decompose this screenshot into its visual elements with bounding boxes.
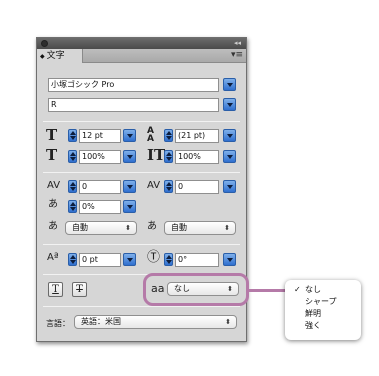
tsume-stepper[interactable]: [68, 200, 77, 213]
leading-field[interactable]: (21 pt): [175, 129, 219, 143]
language-label: 言語：: [46, 319, 70, 328]
rotation-stepper[interactable]: [164, 253, 173, 266]
horizontal-scale-icon: IT: [147, 146, 166, 164]
menu-item-crisp[interactable]: 鮮明: [305, 308, 321, 319]
font-style-dropdown[interactable]: [223, 98, 236, 111]
separator: [43, 306, 240, 307]
horizontal-scale-field[interactable]: 100%: [175, 150, 219, 164]
aki-left-select[interactable]: 自動 ⬍: [65, 221, 137, 235]
kerning-field[interactable]: 0: [79, 180, 121, 194]
checkmark-icon: ✓: [294, 285, 301, 294]
menu-item-sharp[interactable]: シャープ: [305, 296, 337, 307]
callout-connector: [249, 289, 290, 292]
font-family-field[interactable]: 小塚ゴシック Pro: [48, 78, 219, 92]
updown-arrows-icon: ⬍: [224, 224, 230, 232]
strikethrough-button[interactable]: T: [72, 282, 87, 297]
kerning-stepper[interactable]: [68, 180, 77, 193]
rotation-icon: Ⓣ: [147, 250, 161, 265]
vertical-scale-icon: T: [46, 146, 58, 164]
font-family-dropdown[interactable]: [223, 78, 236, 91]
font-style-field[interactable]: R: [48, 98, 219, 112]
language-select[interactable]: 英語：米国 ⬍: [74, 315, 237, 329]
aki-right-value: 自動: [171, 223, 187, 232]
baseline-shift-field[interactable]: 0 pt: [79, 253, 121, 267]
separator: [43, 172, 240, 173]
kerning-dropdown[interactable]: [123, 180, 136, 193]
close-icon[interactable]: [41, 40, 48, 47]
baseline-shift-stepper[interactable]: [68, 253, 77, 266]
antialias-menu: ✓ なし シャープ 鮮明 強く: [285, 280, 361, 340]
antialias-highlight: [143, 273, 249, 306]
tab-arrows-icon: ◆: [40, 53, 45, 60]
rotation-field[interactable]: 0°: [175, 253, 219, 267]
updown-arrows-icon: ⬍: [225, 318, 231, 326]
vertical-scale-stepper[interactable]: [68, 150, 77, 163]
leading-dropdown[interactable]: [223, 129, 236, 142]
baseline-shift-icon: Aª: [47, 252, 59, 263]
language-value: 英語：米国: [81, 317, 121, 326]
aki-right-select[interactable]: 自動 ⬍: [164, 221, 236, 235]
horizontal-scale-dropdown[interactable]: [223, 150, 236, 163]
tracking-stepper[interactable]: [164, 180, 173, 193]
tracking-dropdown[interactable]: [223, 180, 236, 193]
panel-titlebar[interactable]: ◂◂: [37, 38, 246, 49]
tsume-icon: あ: [48, 199, 58, 210]
panel-tab-row: ◆ 文字 ▾≡: [37, 49, 246, 63]
menu-item-none[interactable]: なし: [305, 284, 321, 295]
tsume-field[interactable]: 0%: [79, 200, 121, 214]
panel-menu-icon[interactable]: ▾≡: [231, 50, 243, 60]
baseline-shift-dropdown[interactable]: [123, 253, 136, 266]
font-size-field[interactable]: 12 pt: [79, 129, 121, 143]
separator: [43, 121, 240, 122]
leading-stepper[interactable]: [164, 129, 173, 142]
tsume-dropdown[interactable]: [123, 200, 136, 213]
kerning-icon: AV: [47, 180, 61, 191]
vertical-scale-dropdown[interactable]: [123, 150, 136, 163]
menu-item-strong[interactable]: 強く: [305, 320, 321, 331]
separator: [43, 244, 240, 245]
font-size-icon: T: [46, 126, 58, 144]
underline-button[interactable]: T: [48, 282, 63, 297]
tab-character[interactable]: ◆ 文字: [37, 49, 83, 63]
vertical-scale-field[interactable]: 100%: [79, 150, 121, 164]
updown-arrows-icon: ⬍: [125, 224, 131, 232]
aki-left-icon: あ: [48, 221, 58, 232]
aki-right-icon: あ: [147, 221, 157, 232]
leading-icon: AA: [147, 126, 154, 144]
font-size-stepper[interactable]: [68, 129, 77, 142]
aki-left-value: 自動: [72, 223, 88, 232]
horizontal-scale-stepper[interactable]: [164, 150, 173, 163]
collapse-icon[interactable]: ◂◂: [234, 38, 241, 49]
tab-label: 文字: [46, 51, 65, 61]
tracking-field[interactable]: 0: [175, 180, 219, 194]
font-size-dropdown[interactable]: [123, 129, 136, 142]
tracking-icon: AV: [147, 180, 161, 191]
rotation-dropdown[interactable]: [223, 253, 236, 266]
